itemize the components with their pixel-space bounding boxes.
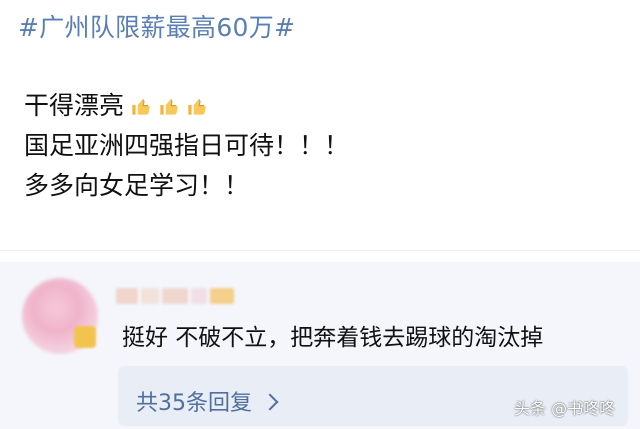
topic-hashtag[interactable]: #广州队限薪最高60万# bbox=[18, 8, 295, 44]
username-redacted[interactable] bbox=[116, 286, 244, 306]
post-line-3: 多多向女足学习！！ bbox=[24, 171, 250, 200]
username-blur-block bbox=[210, 288, 234, 304]
username-blur-block bbox=[141, 288, 159, 304]
thumbs-up-icon bbox=[160, 99, 178, 115]
post-line-1: 干得漂亮 bbox=[24, 86, 349, 126]
thumbs-up-icon bbox=[188, 99, 206, 115]
comment-text: 挺好 不破不立，把奔着钱去踢球的淘汰掉 bbox=[122, 325, 544, 351]
username-blur-block bbox=[191, 288, 207, 304]
username-blur-block bbox=[162, 288, 188, 304]
post-body: 干得漂亮 国足亚洲四强指日可待！！！ 多多向女足学习！！ bbox=[24, 86, 349, 206]
post-line-2: 国足亚洲四强指日可待！！！ bbox=[24, 131, 350, 160]
replies-label: 共35条回复 bbox=[136, 391, 252, 416]
divider bbox=[0, 250, 640, 251]
view-replies-link[interactable]: 共35条回复 bbox=[136, 385, 279, 417]
watermark: 头条 @书咚咚 bbox=[514, 399, 616, 418]
chevron-right-icon bbox=[261, 393, 279, 410]
username-blur-block bbox=[116, 288, 138, 304]
thumbs-up-icon bbox=[132, 99, 150, 115]
avatar-badge bbox=[74, 326, 96, 348]
thumbs-up-group bbox=[128, 93, 210, 119]
